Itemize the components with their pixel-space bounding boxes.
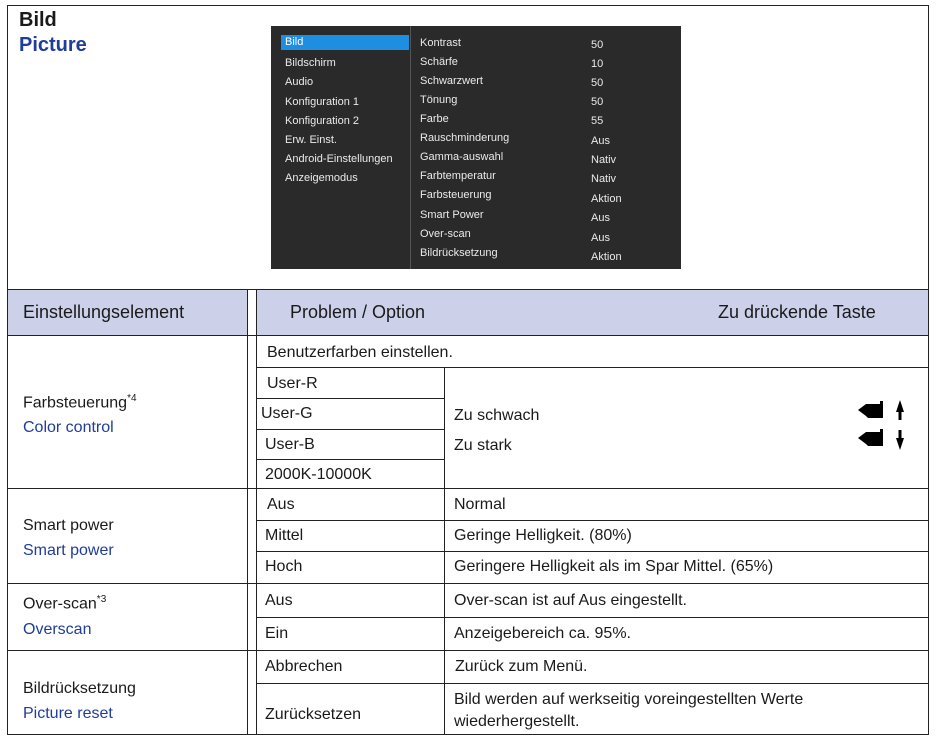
desc-overscan-on: Anzeigebereich ca. 95%. — [454, 625, 631, 642]
rule — [256, 520, 929, 521]
rule — [7, 650, 929, 651]
desc-back-to-menu: Zurück zum Menü. — [455, 658, 588, 675]
option-user-b: User-B — [265, 436, 315, 453]
osd-setting-label: Farbtemperatur — [420, 170, 496, 182]
option-user-r: User-R — [267, 375, 318, 392]
osd-setting-value: Aus — [591, 135, 610, 147]
osd-setting-label: Bildrücksetzung — [420, 247, 498, 259]
osd-setting-value: Nativ — [591, 154, 617, 166]
option-user-g: User-G — [261, 405, 313, 422]
osd-menu-item-konfiguration-2[interactable]: Konfiguration 2 — [285, 115, 359, 127]
rule — [7, 335, 929, 336]
osd-setting-label: Kontrast — [420, 37, 461, 49]
overscan-label-en: Overscan — [23, 621, 92, 638]
osd-menu-item-android[interactable]: Android-Einstellungen — [285, 153, 393, 165]
section-title-en: Picture — [19, 34, 87, 56]
option-hoch: Hoch — [265, 558, 303, 575]
osd-setting-label: Tönung — [420, 94, 458, 106]
desc-overscan-off: Over-scan ist auf Aus eingestellt. — [454, 592, 687, 609]
section-title-de: Bild — [19, 9, 57, 31]
osd-setting-value: 50 — [591, 39, 604, 51]
rule — [256, 459, 444, 460]
rule — [256, 551, 929, 552]
osd-menu-item-anzeigemodus[interactable]: Anzeigemodus — [285, 172, 358, 184]
smart-power-label-en: Smart power — [23, 542, 114, 559]
rule — [256, 398, 444, 399]
osd-setting-label: Rauschminderung — [420, 132, 510, 144]
osd-setting-label: Smart Power — [420, 209, 484, 221]
desc-reset-line1: Bild werden auf werkseitig voreingestell… — [454, 691, 804, 708]
hand-pointing-left-icon — [858, 429, 883, 446]
header-problem: Problem / Option — [290, 302, 426, 322]
desc-reset-line2: wiederhergestellt. — [454, 713, 580, 730]
arrow-up-icon — [896, 400, 904, 420]
osd-setting-value: Aktion — [591, 193, 622, 205]
rule — [256, 617, 929, 618]
osd-setting-label: Farbe — [420, 113, 449, 125]
picture-reset-label-de: Bildrücksetzung — [23, 680, 136, 697]
osd-setting-label: Farbsteuerung — [420, 189, 492, 201]
key-hand-icons — [858, 400, 904, 450]
option-kelvin-range: 2000K-10000K — [265, 466, 372, 483]
osd-setting-value: 55 — [591, 115, 604, 127]
osd-setting-label: Schwarzwert — [420, 75, 483, 87]
osd-divider — [410, 26, 411, 269]
osd-setting-value: Nativ — [591, 173, 617, 185]
osd-setting-value: 50 — [591, 77, 604, 89]
osd-setting-value: 10 — [591, 58, 604, 70]
rule — [256, 683, 929, 684]
header-element: Einstellungselement — [23, 302, 185, 322]
desc-normal: Normal — [454, 496, 506, 513]
osd-menu-item-konfiguration-1[interactable]: Konfiguration 1 — [285, 96, 359, 108]
desc-hoch: Geringere Helligkeit als im Spar Mittel.… — [454, 558, 774, 575]
option-too-strong: Zu stark — [454, 437, 512, 454]
osd-menu-item-audio[interactable]: Audio — [285, 76, 313, 88]
option-too-weak: Zu schwach — [454, 407, 540, 424]
option-abbrechen: Abbrechen — [265, 658, 343, 675]
osd-menu-list: Bild Bildschirm Audio Konfiguration 1 Ko… — [271, 26, 410, 269]
picture-reset-label-en: Picture reset — [23, 705, 113, 722]
rule — [7, 488, 929, 489]
arrow-down-icon — [896, 430, 904, 450]
osd-menu-item-bild[interactable]: Bild — [281, 35, 409, 50]
osd-setting-label: Schärfe — [420, 56, 458, 68]
osd-setting-value: 50 — [591, 96, 604, 108]
osd-setting-label: Gamma-auswahl — [420, 151, 504, 163]
hand-pointing-left-icon — [858, 401, 883, 418]
header-key: Zu drückende Taste — [718, 302, 876, 322]
option-ein: Ein — [265, 625, 289, 642]
option-zuruecksetzen: Zurücksetzen — [265, 706, 362, 723]
option-aus: Aus — [265, 592, 293, 609]
osd-setting-value: Aktion — [591, 251, 622, 263]
overscan-label-de: Over-scan*3 — [23, 594, 107, 613]
option-aus: Aus — [267, 496, 295, 513]
rule — [444, 367, 445, 735]
color-control-label-en: Color control — [23, 419, 114, 436]
osd-menu-item-bildschirm[interactable]: Bildschirm — [285, 57, 336, 69]
option-mittel: Mittel — [265, 527, 304, 544]
osd-menu: Bild Bildschirm Audio Konfiguration 1 Ko… — [271, 26, 681, 269]
osd-setting-value: Aus — [591, 232, 610, 244]
osd-setting-label: Over-scan — [420, 228, 471, 240]
rule — [256, 289, 257, 735]
rule — [256, 367, 929, 368]
osd-setting-value: Aus — [591, 212, 610, 224]
rule — [256, 429, 444, 430]
osd-menu-item-erw-einst[interactable]: Erw. Einst. — [285, 134, 337, 146]
rule — [7, 583, 929, 584]
desc-mittel: Geringe Helligkeit. (80%) — [454, 527, 632, 544]
rule — [247, 289, 248, 735]
color-control-intro: Benutzerfarben einstellen. — [267, 344, 453, 361]
color-control-label-de: Farbsteuerung*4 — [23, 393, 137, 412]
smart-power-label-de: Smart power — [23, 517, 114, 534]
